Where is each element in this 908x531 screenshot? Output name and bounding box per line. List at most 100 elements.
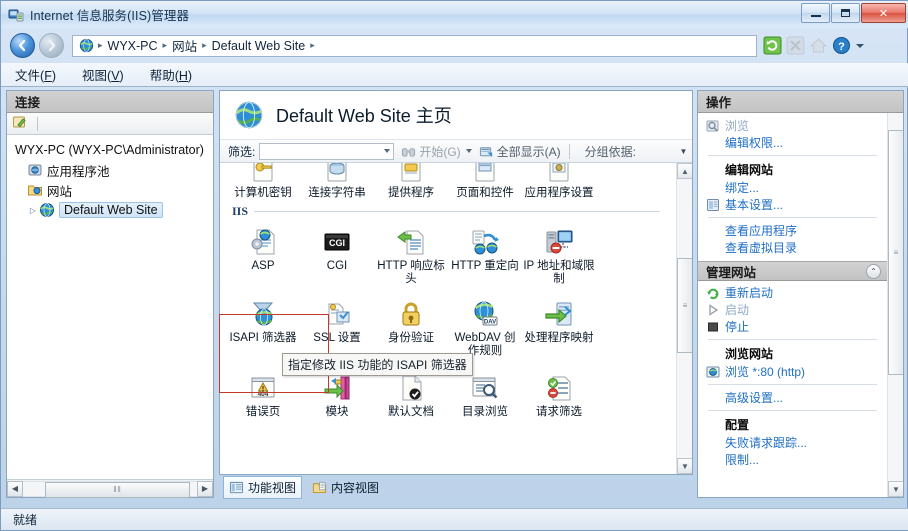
feature-app-settings-label: 应用程序设置 (524, 187, 594, 199)
action-browse-site-80[interactable]: 浏览 *:80 (http) (698, 363, 887, 380)
toolbar-divider (37, 116, 38, 131)
feature-handler-mappings[interactable]: 处理程序映射 (522, 294, 596, 345)
website-globe-icon (39, 202, 55, 218)
spacer-icon (705, 135, 721, 151)
breadcrumb-item-2[interactable]: Default Web Site (209, 39, 309, 53)
action-advanced-settings[interactable]: 高级设置... (698, 389, 887, 406)
menu-item-file-accel: F (44, 69, 52, 83)
feature-ssl-settings-label: SSL 设置 (313, 332, 361, 344)
help-icon[interactable]: ? (832, 36, 851, 55)
vscroll-down-arrow[interactable]: ▼ (677, 458, 692, 474)
tab-features-view[interactable]: 功能视图 (223, 476, 303, 499)
action-basic-settings[interactable]: 基本设置... (698, 196, 887, 213)
action-limits[interactable]: 限制... (698, 451, 887, 468)
filter-input[interactable] (259, 142, 395, 160)
actions-vscroll-thumb[interactable]: ≡ (888, 130, 903, 375)
feature-cgi[interactable]: CGI CGI (300, 222, 374, 273)
menu-item-help[interactable]: 帮助(H) (150, 65, 192, 84)
action-browse[interactable]: 浏览 (698, 117, 887, 134)
filter-start-button[interactable]: 开始(G) (401, 143, 461, 160)
action-restart[interactable]: 重新启动 (698, 284, 887, 301)
tree-item-default-web-site[interactable]: ▷ Default Web Site (13, 200, 213, 220)
close-button[interactable]: ✕ (861, 3, 906, 23)
feature-authentication[interactable]: 身份验证 (374, 294, 448, 345)
feature-row-0: 计算机密钥 连接字符串 提供程序 页面和控件 应用程序设置 (226, 163, 670, 200)
feature-ip-restrictions[interactable]: IP 地址和域限制 (522, 222, 596, 286)
filter-showall-button[interactable]: 全部显示(A) (479, 143, 561, 160)
filter-divider (568, 143, 570, 159)
vscroll-up-arrow[interactable]: ▲ (677, 163, 692, 179)
menu-item-view[interactable]: 视图(V) (82, 65, 124, 84)
action-failed-request-tracing[interactable]: 失败请求跟踪... (698, 434, 887, 451)
action-group-manage-site[interactable]: 管理网站 ⌃ (698, 261, 887, 281)
action-bindings[interactable]: 绑定... (698, 179, 887, 196)
hscroll-thumb[interactable]: ‖‖ (45, 481, 190, 498)
feature-directory-browsing-label: 目录浏览 (462, 406, 508, 418)
back-button[interactable] (10, 33, 35, 58)
feature-http-redirect[interactable]: HTTP 重定向 (448, 222, 522, 273)
connect-icon[interactable] (12, 114, 31, 133)
action-group-manage-site-label: 管理网站 (706, 265, 757, 280)
main-content-pane: Default Web Site 主页 筛选: 开始(G) 全部显示(A) 分组… (219, 90, 693, 475)
action-view-applications[interactable]: 查看应用程序 (698, 222, 887, 239)
website-globe-icon (234, 100, 264, 130)
feature-app-settings[interactable]: 应用程序设置 (522, 163, 596, 200)
feature-handler-mappings-label: 处理程序映射 (524, 332, 594, 344)
tree-item-sites[interactable]: 网站 (13, 180, 213, 200)
filter-start-caret-icon[interactable] (465, 149, 472, 153)
action-stop-label: 停止 (725, 320, 750, 334)
title-bar: Internet 信息服务(IIS)管理器 ✕ (1, 1, 908, 28)
isapi-filters-icon (247, 298, 279, 330)
forward-button[interactable] (39, 33, 64, 58)
maximize-button[interactable] (831, 3, 860, 23)
feature-pages-and-controls[interactable]: 页面和控件 (448, 163, 522, 200)
svg-text:CGI: CGI (329, 238, 345, 248)
hscroll-track[interactable]: ‖‖ (23, 480, 197, 498)
actions-vscrollbar[interactable]: ≡ ▼ (887, 113, 903, 497)
feature-asp[interactable]: ASP (226, 222, 300, 273)
breadcrumb-item-1[interactable]: 网站 (169, 36, 200, 55)
feature-machine-key[interactable]: 计算机密钥 (226, 163, 300, 200)
feature-providers[interactable]: 提供程序 (374, 163, 448, 200)
actions-vscroll-down-arrow[interactable]: ▼ (888, 481, 903, 497)
feature-request-filtering-label: 请求筛选 (536, 406, 582, 418)
filter-groupby-label[interactable]: 分组依据: (585, 143, 636, 160)
features-icon-area: 计算机密钥 连接字符串 提供程序 页面和控件 应用程序设置 IIS ASP CG… (220, 163, 692, 474)
chevron-down-icon[interactable] (856, 43, 864, 48)
hscroll-right-arrow[interactable]: ▶ (197, 480, 213, 497)
feature-http-response-headers[interactable]: HTTP 响应标头 (374, 222, 448, 286)
breadcrumb[interactable]: ▸ WYX-PC ▸ 网站 ▸ Default Web Site ▸ (72, 34, 757, 57)
menu-item-file[interactable]: 文件(F) (15, 65, 56, 84)
minimize-button[interactable] (801, 3, 830, 23)
content-view-icon (312, 480, 327, 495)
action-stop[interactable]: 停止 (698, 318, 887, 335)
feature-modules-label: 模块 (325, 406, 349, 418)
hscroll-left-arrow[interactable]: ◀ (7, 480, 23, 497)
breadcrumb-item-0[interactable]: WYX-PC (105, 39, 161, 53)
connections-hscrollbar[interactable]: ◀ ‖‖ ▶ (7, 479, 213, 498)
feature-webdav[interactable]: DAV WebDAV 创作规则 (448, 294, 522, 358)
filter-overflow-icon[interactable]: ▼ (678, 146, 689, 157)
menu-bar: 文件(F) 视图(V) 帮助(H) (1, 63, 908, 87)
chevron-down-icon[interactable] (384, 149, 391, 153)
action-view-virtual-directories[interactable]: 查看虚拟目录 (698, 239, 887, 256)
feature-connection-strings[interactable]: 连接字符串 (300, 163, 374, 200)
feature-ssl-settings[interactable]: SSL 设置 (300, 294, 374, 345)
chevron-up-icon[interactable]: ⌃ (866, 263, 881, 279)
feature-request-filtering[interactable]: 请求筛选 (522, 368, 596, 419)
actions-header: 操作 (698, 91, 903, 113)
tree-item-server[interactable]: WYX-PC (WYX-PC\Administrator) (13, 140, 213, 160)
action-edit-permissions[interactable]: 编辑权限... (698, 134, 887, 151)
feature-http-redirect-label: HTTP 重定向 (451, 260, 519, 272)
feature-isapi-filters[interactable]: ISAPI 筛选器 (226, 294, 300, 345)
spacer-icon (705, 240, 721, 256)
features-vscrollbar[interactable]: ▲ ≡ ▼ (676, 163, 692, 474)
feature-row-2: ISAPI 筛选器 SSL 设置 身份验证 DAV WebDAV 创作规则 处理… (226, 294, 670, 358)
view-tabs: 功能视图 内容视图 (219, 476, 693, 499)
tree-item-app-pools[interactable]: 应用程序池 (13, 160, 213, 180)
spacer-icon (705, 180, 721, 196)
tab-content-view[interactable]: 内容视图 (307, 477, 384, 498)
refresh-icon[interactable] (763, 36, 782, 55)
tree-twisty-default-web-site[interactable]: ▷ (27, 206, 39, 215)
vscroll-thumb[interactable]: ≡ (677, 258, 692, 353)
